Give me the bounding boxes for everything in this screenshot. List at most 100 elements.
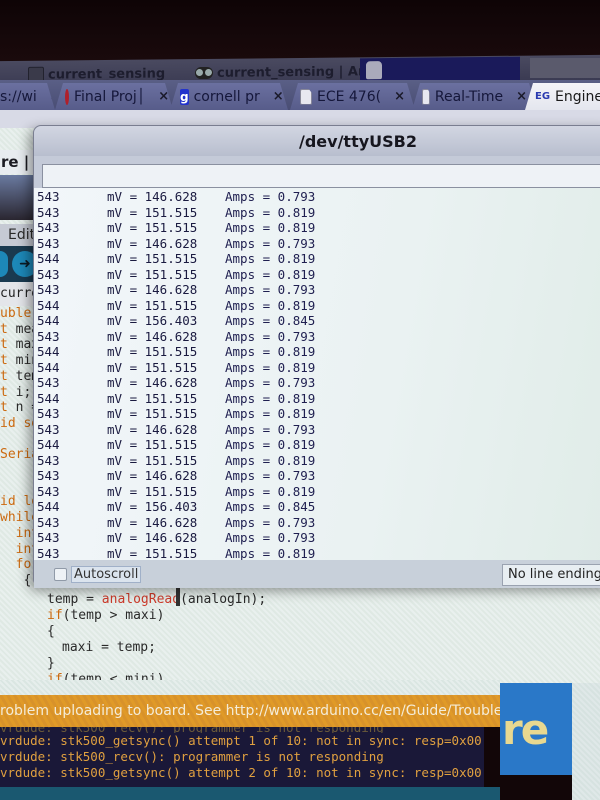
autoscroll-label: Autoscroll bbox=[71, 565, 142, 583]
browser-tab-active[interactable]: EG Engine bbox=[525, 83, 600, 110]
taskbar-item-terminal[interactable] bbox=[360, 56, 520, 83]
millivolt-reading: mV = 151.515 bbox=[107, 266, 198, 282]
cornell-seal-icon bbox=[65, 89, 69, 105]
close-tab-icon[interactable]: × bbox=[516, 89, 527, 104]
amps-reading: Amps = 0.819 bbox=[225, 483, 316, 499]
verify-button[interactable] bbox=[0, 251, 8, 277]
error-status-bar: roblem uploading to board. See http://ww… bbox=[0, 695, 500, 727]
millivolt-reading: mV = 151.515 bbox=[107, 204, 198, 220]
raw-reading: 543 bbox=[37, 235, 60, 251]
raw-reading: 543 bbox=[37, 204, 60, 220]
page-icon bbox=[300, 89, 312, 105]
taskbar-tray bbox=[530, 58, 600, 78]
console-line: vrdude: stk500_getsync() attempt 1 of 10… bbox=[0, 733, 482, 748]
millivolt-reading: mV = 151.515 bbox=[107, 452, 198, 468]
owl-icon bbox=[195, 66, 213, 80]
monitor-bezel bbox=[0, 0, 600, 62]
serial-monitor-title: /dev/ttyUSB2 bbox=[299, 131, 417, 151]
page-icon bbox=[422, 89, 430, 105]
browser-tab-strip: s://wi × Final Proj│ × g cornell pr × EC… bbox=[0, 80, 600, 110]
amps-reading: Amps = 0.819 bbox=[225, 452, 316, 468]
amps-reading: Amps = 0.819 bbox=[225, 359, 316, 375]
browser-tab[interactable]: Final Proj│ × bbox=[55, 83, 173, 110]
amps-reading: Amps = 0.845 bbox=[225, 313, 316, 328]
millivolt-reading: mV = 156.403 bbox=[107, 499, 198, 514]
code-line: { bbox=[47, 624, 55, 639]
raw-reading: 543 bbox=[37, 328, 60, 344]
autoscroll-toggle[interactable]: Autoscroll bbox=[54, 565, 142, 583]
amps-reading: Amps = 0.793 bbox=[225, 468, 316, 483]
raw-reading: 543 bbox=[37, 266, 60, 282]
eg-icon: EG bbox=[535, 90, 551, 102]
amps-reading: Amps = 0.819 bbox=[225, 545, 316, 561]
raw-reading: 544 bbox=[37, 251, 60, 266]
code-line: if(temp > maxi) bbox=[47, 608, 165, 623]
millivolt-reading: mV = 146.628 bbox=[107, 235, 198, 251]
amps-reading: Amps = 0.819 bbox=[225, 251, 316, 266]
amps-reading: Amps = 0.819 bbox=[225, 437, 316, 452]
serial-monitor-titlebar[interactable]: /dev/ttyUSB2 bbox=[34, 126, 600, 156]
browser-tab[interactable]: g cornell pr × bbox=[170, 83, 288, 110]
millivolt-reading: mV = 146.628 bbox=[107, 328, 198, 344]
raw-reading: 543 bbox=[37, 189, 60, 204]
google-icon: g bbox=[180, 89, 189, 104]
millivolt-reading: mV = 146.628 bbox=[107, 282, 198, 297]
amps-reading: Amps = 0.793 bbox=[225, 189, 316, 204]
raw-reading: 543 bbox=[37, 514, 60, 530]
amps-reading: Amps = 0.819 bbox=[225, 204, 316, 220]
millivolt-reading: mV = 151.515 bbox=[107, 359, 198, 375]
close-tab-icon[interactable]: × bbox=[273, 89, 284, 104]
raw-reading: 544 bbox=[37, 499, 60, 514]
text-cursor-icon bbox=[176, 588, 180, 606]
code-line: t i; bbox=[0, 384, 32, 400]
millivolt-reading: mV = 151.515 bbox=[107, 483, 198, 499]
amps-reading: Amps = 0.819 bbox=[225, 344, 316, 359]
millivolt-reading: mV = 146.628 bbox=[107, 421, 198, 437]
millivolt-reading: mV = 151.515 bbox=[107, 390, 198, 406]
serial-footer: Autoscroll No line ending bbox=[34, 560, 600, 588]
amps-reading: Amps = 0.793 bbox=[225, 328, 316, 344]
raw-reading: 544 bbox=[37, 344, 60, 359]
browser-tab[interactable]: s://wi × bbox=[0, 83, 55, 110]
millivolt-reading: mV = 151.515 bbox=[107, 545, 198, 561]
raw-reading: 543 bbox=[37, 530, 60, 545]
millivolt-reading: mV = 146.628 bbox=[107, 468, 198, 483]
raw-reading: 544 bbox=[37, 359, 60, 375]
millivolt-reading: mV = 151.515 bbox=[107, 406, 198, 421]
raw-reading: 543 bbox=[37, 483, 60, 499]
ide-footer bbox=[0, 787, 500, 800]
console-line: vrdude: stk500_getsync() attempt 2 of 10… bbox=[0, 765, 482, 780]
close-tab-icon[interactable]: × bbox=[158, 89, 169, 104]
amps-reading: Amps = 0.793 bbox=[225, 235, 316, 251]
millivolt-reading: mV = 151.515 bbox=[107, 344, 198, 359]
millivolt-reading: mV = 146.628 bbox=[107, 189, 198, 204]
line-ending-select[interactable]: No line ending bbox=[502, 564, 600, 586]
page-background-right bbox=[572, 683, 600, 800]
code-line: maxi = temp; bbox=[62, 640, 156, 655]
raw-reading: 543 bbox=[37, 220, 60, 235]
serial-monitor-window: /dev/ttyUSB2 543 mV = 146.628 Amps = 0.793… bbox=[33, 125, 600, 588]
raw-reading: 543 bbox=[37, 545, 60, 561]
amps-reading: Amps = 0.793 bbox=[225, 282, 316, 297]
amps-reading: Amps = 0.819 bbox=[225, 406, 316, 421]
raw-reading: 543 bbox=[37, 421, 60, 437]
amps-reading: Amps = 0.793 bbox=[225, 421, 316, 437]
millivolt-reading: mV = 146.628 bbox=[107, 530, 198, 545]
amps-reading: Amps = 0.793 bbox=[225, 530, 316, 545]
raw-reading: 543 bbox=[37, 452, 60, 468]
autoscroll-checkbox[interactable] bbox=[54, 567, 67, 581]
amps-reading: Amps = 0.845 bbox=[225, 499, 316, 514]
console-line: vrdude: stk500_recv(): programmer is not… bbox=[0, 749, 384, 764]
code-line: { bbox=[0, 572, 32, 588]
browser-tab[interactable]: ECE 476( × bbox=[290, 83, 415, 110]
millivolt-reading: mV = 146.628 bbox=[107, 514, 198, 530]
serial-output[interactable]: 543 mV = 146.628 Amps = 0.793 543 mV = 151.5… bbox=[34, 188, 600, 560]
raw-reading: 544 bbox=[37, 313, 60, 328]
browser-tab[interactable]: Real-Time × bbox=[412, 83, 537, 110]
code-line: temp = analogRead(analogIn); bbox=[47, 592, 267, 607]
amps-reading: Amps = 0.819 bbox=[225, 390, 316, 406]
amps-reading: Amps = 0.819 bbox=[225, 220, 316, 235]
millivolt-reading: mV = 146.628 bbox=[107, 375, 198, 390]
close-tab-icon[interactable]: × bbox=[394, 89, 405, 104]
serial-send-input[interactable] bbox=[42, 164, 600, 188]
